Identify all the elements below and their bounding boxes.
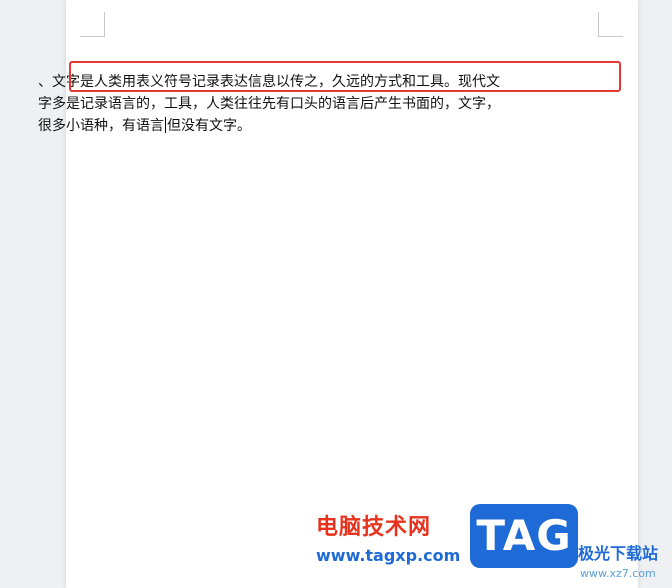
watermark-xz-name: 极光下载站 xyxy=(578,544,659,563)
text-line-2[interactable]: 字多是记录语言的，工具，人类往往先有口头的语言后产生书面的，文字， xyxy=(38,93,534,115)
text-line-3-after-cursor[interactable]: 但没有文字。 xyxy=(167,118,251,134)
text-cursor xyxy=(165,117,166,133)
page-corner-top-right-mark xyxy=(598,12,623,37)
watermark-site-name: 电脑技术网 xyxy=(316,515,432,540)
text-line-3[interactable]: 很多小语种，有语言 但没有文字。 xyxy=(38,115,534,137)
text-line-3-before-cursor[interactable]: 很多小语种，有语言 xyxy=(38,118,164,134)
page-corner-top-left-mark xyxy=(80,12,105,37)
highlight-annotation-box xyxy=(69,61,621,92)
watermark-tag-logo: TAG xyxy=(470,504,578,568)
watermark-site-url: www.tagxp.com xyxy=(316,546,461,565)
watermark-xz-url: www.xz7.com xyxy=(580,567,656,580)
